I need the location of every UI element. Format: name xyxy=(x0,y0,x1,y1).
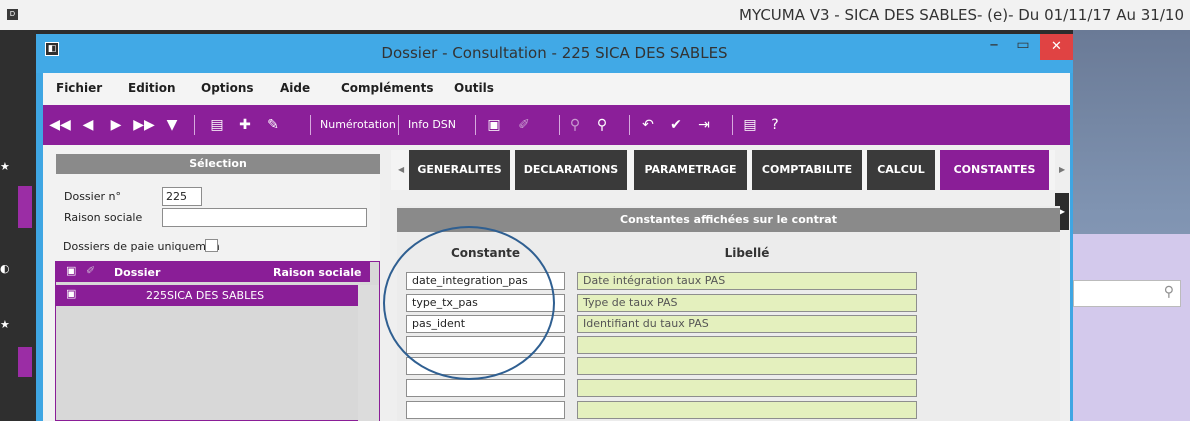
tab-generalites[interactable]: GENERALITES xyxy=(409,150,510,190)
tab-calcul[interactable]: CALCUL xyxy=(867,150,935,190)
window-title: Dossier - Consultation - 225 SICA DES SA… xyxy=(381,44,728,62)
search-icon[interactable]: ⚲ xyxy=(563,111,587,139)
libelle-field[interactable]: Type de taux PAS xyxy=(577,294,917,312)
print-icon[interactable]: ▤ xyxy=(738,111,762,139)
libelle-field[interactable]: Date intégration taux PAS xyxy=(577,272,917,290)
maximize-button[interactable]: ▭ xyxy=(1011,38,1035,56)
app-logo-icon: D xyxy=(7,9,18,20)
next-record-icon[interactable]: ▶ xyxy=(104,111,128,139)
tab-scroll-right-icon[interactable]: ▶ xyxy=(1059,165,1065,174)
grid-scrollbar[interactable] xyxy=(358,285,379,421)
toolbar-separator xyxy=(310,115,311,135)
previous-record-icon[interactable]: ◀ xyxy=(76,111,100,139)
grid-header-raison-sociale[interactable]: Raison sociale xyxy=(273,266,361,279)
numerotation-button[interactable]: Numérotation xyxy=(320,117,396,133)
document-add-icon[interactable]: ▤ xyxy=(205,111,229,139)
toolbar-separator xyxy=(559,115,560,135)
star-icon: ★ xyxy=(0,160,10,173)
libelle-field[interactable] xyxy=(577,401,917,419)
libelle-field[interactable]: Identifiant du taux PAS xyxy=(577,315,917,333)
dossier-number-input[interactable]: 225 xyxy=(162,187,202,206)
tab-scroll-left-icon[interactable]: ◀ xyxy=(398,165,404,174)
last-record-icon[interactable]: ▶▶ xyxy=(132,111,156,139)
tab-declarations[interactable]: DECLARATIONS xyxy=(515,150,627,190)
desktop-side-tab[interactable] xyxy=(18,186,32,228)
selection-header: Sélection xyxy=(56,154,380,174)
toolbar-separator xyxy=(629,115,630,135)
menu-options[interactable]: Options xyxy=(201,81,254,95)
libelle-field[interactable] xyxy=(577,357,917,375)
menu-bar xyxy=(43,73,1070,105)
menu-fichier[interactable]: Fichier xyxy=(56,81,102,95)
tab-comptabilite[interactable]: COMPTABILITE xyxy=(752,150,862,190)
info-dsn-button[interactable]: Info DSN xyxy=(408,117,456,133)
plus-icon[interactable]: ✚ xyxy=(233,111,257,139)
close-button[interactable]: ✕ xyxy=(1040,34,1073,60)
raison-sociale-input[interactable] xyxy=(162,208,367,227)
column-libelle-header: Libellé xyxy=(724,246,770,260)
pencil-icon[interactable]: ✎ xyxy=(261,111,285,139)
toolbar-separator xyxy=(732,115,733,135)
undo-icon[interactable]: ↶ xyxy=(636,111,660,139)
libelle-field[interactable] xyxy=(577,336,917,354)
highlight-circle xyxy=(383,226,555,380)
dossiers-paie-label: Dossiers de paie uniquemen xyxy=(63,240,220,253)
clipboard-icon: ▣ xyxy=(66,264,77,277)
menu-edition[interactable]: Edition xyxy=(128,81,176,95)
minimize-button[interactable]: – xyxy=(982,36,1006,56)
first-record-icon[interactable]: ◀◀ xyxy=(48,111,72,139)
filter-icon[interactable]: ▼ xyxy=(160,111,184,139)
tab-constantes[interactable]: CONSTANTES xyxy=(940,150,1049,190)
toolbar-separator xyxy=(475,115,476,135)
menu-outils[interactable]: Outils xyxy=(454,81,494,95)
menu-complements[interactable]: Compléments xyxy=(341,81,433,95)
check-icon[interactable]: ✔ xyxy=(664,111,688,139)
help-icon[interactable]: ? xyxy=(763,111,787,139)
toolbar-separator xyxy=(398,115,399,135)
row-dossier-number: 225 xyxy=(146,289,167,302)
desktop-title: MYCUMA V3 - SICA DES SABLES- (e)- Du 01/… xyxy=(739,6,1184,24)
circle-icon: ◐ xyxy=(0,262,10,275)
search-icon[interactable]: ⚲ xyxy=(1164,284,1174,300)
desktop-panel-right xyxy=(1073,234,1190,421)
row-raison-sociale: SICA DES SABLES xyxy=(167,289,265,302)
dossiers-paie-checkbox[interactable] xyxy=(205,239,218,252)
dossier-label: Dossier n° xyxy=(64,190,121,203)
toolbar xyxy=(43,105,1070,145)
libelle-field[interactable] xyxy=(577,379,917,397)
tab-parametrage[interactable]: PARAMETRAGE xyxy=(634,150,747,190)
attach-icon: ✐ xyxy=(86,264,96,277)
search-plus-icon[interactable]: ⚲ xyxy=(590,111,614,139)
grid-header-dossier[interactable]: Dossier xyxy=(114,266,160,279)
toolbar-separator xyxy=(194,115,195,135)
clipboard-icon: ▣ xyxy=(66,287,77,300)
constants-section-title: Constantes affichées sur le contrat xyxy=(397,208,1060,232)
menu-aide[interactable]: Aide xyxy=(280,81,310,95)
star-icon: ★ xyxy=(0,318,10,331)
constante-field[interactable] xyxy=(406,401,565,419)
exit-icon[interactable]: ⇥ xyxy=(692,111,716,139)
constante-field[interactable] xyxy=(406,379,565,397)
desktop-side-tab[interactable] xyxy=(18,347,32,377)
attach-icon[interactable]: ✐ xyxy=(512,111,536,139)
raison-sociale-label: Raison sociale xyxy=(64,211,143,224)
clipboard-icon[interactable]: ▣ xyxy=(482,111,506,139)
